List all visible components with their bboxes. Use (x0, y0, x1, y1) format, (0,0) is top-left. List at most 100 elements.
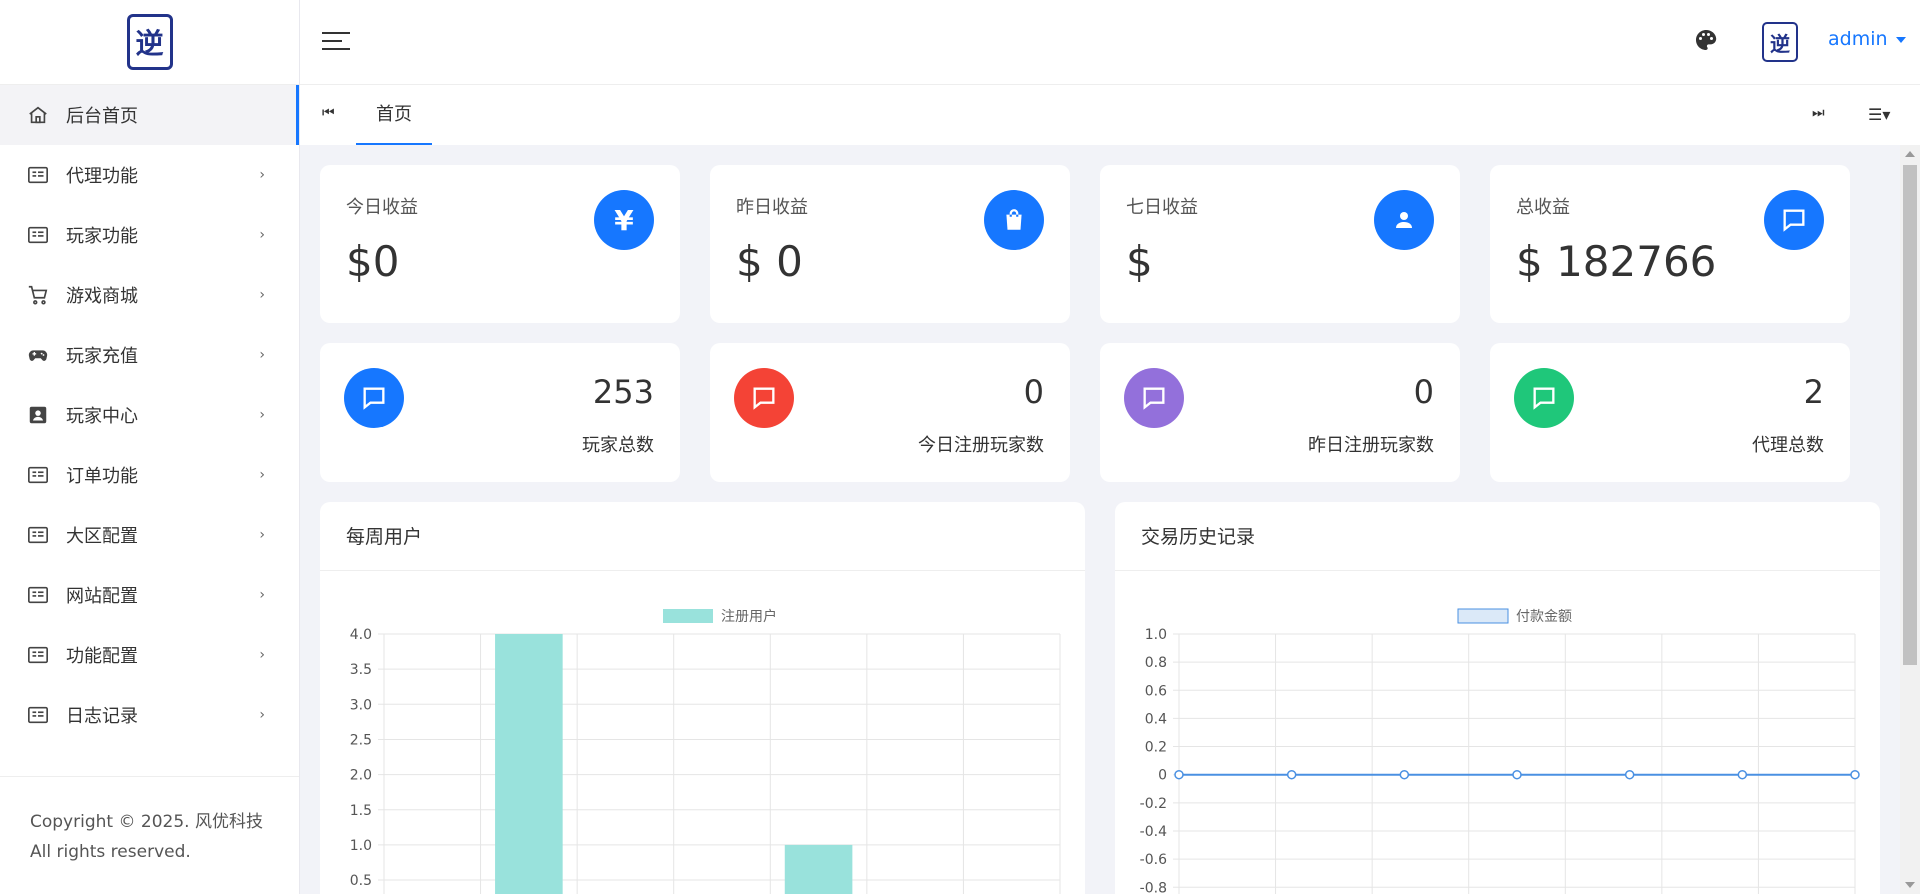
chat-icon (1514, 368, 1574, 428)
count-card: 0 昨日注册玩家数 (1100, 343, 1460, 482)
sidebar-item-3[interactable]: 游戏商城 › (0, 265, 299, 325)
dashboard-content: 今日收益 $0 ¥ 昨日收益 $ 0 七日收益 $ 总收益 $ 182766 253 玩家总数 0 今… (300, 145, 1920, 894)
legend-label: 付款金额 (1516, 609, 1572, 625)
card-list-icon (27, 704, 49, 726)
y-tick-label: 2.5 (350, 732, 372, 748)
tab-home[interactable]: 首页 (356, 85, 432, 145)
user-dropdown[interactable]: admin (1828, 28, 1906, 50)
chat-icon (734, 368, 794, 428)
count-value: 0 (1413, 373, 1434, 411)
card-list-icon (27, 584, 49, 606)
card-list-icon (27, 524, 49, 546)
avatar[interactable]: 逆 (1762, 22, 1798, 62)
card-list-icon (27, 224, 49, 246)
y-tick-label: 0.4 (1145, 711, 1167, 727)
scrollbar[interactable] (1900, 145, 1920, 894)
brand-logo[interactable]: 逆 (126, 14, 173, 70)
card-list-icon (27, 164, 49, 186)
sidebar-item-label: 后台首页 (66, 106, 138, 127)
bar (495, 634, 563, 894)
sidebar-item-1[interactable]: 代理功能 › (0, 145, 299, 205)
sidebar-item-label: 游戏商城 (66, 286, 138, 307)
stat-label: 七日收益 (1126, 197, 1198, 218)
chevron-right-icon: › (259, 467, 265, 483)
chevron-right-icon: › (259, 707, 265, 723)
skip-forward-icon[interactable]: ⏭ (1812, 105, 1825, 121)
skip-back-icon[interactable]: ⏮ (322, 105, 335, 121)
gamepad-icon (27, 344, 49, 366)
chat-icon (344, 368, 404, 428)
scrollbar-thumb[interactable] (1903, 165, 1917, 665)
copyright-footer: Copyright © 2025. 风优科技 All rights reserv… (0, 776, 299, 894)
weekly-users-chart: 注册用户 4.0 3.5 3.0 2.5 2.0 1.5 1.0 0.5 (350, 608, 1061, 894)
count-label: 今日注册玩家数 (918, 435, 1044, 456)
palette-icon[interactable] (1694, 28, 1718, 52)
panel-title: 交易历史记录 (1141, 526, 1256, 548)
sidebar-item-9[interactable]: 功能配置 › (0, 625, 299, 685)
chevron-right-icon: › (259, 407, 265, 423)
sidebar-item-6[interactable]: 订单功能 › (0, 445, 299, 505)
sidebar-item-label: 玩家充值 (66, 346, 138, 367)
stat-label: 总收益 (1516, 197, 1570, 218)
chat-icon (1124, 368, 1184, 428)
stat-card: 七日收益 $ (1100, 165, 1460, 323)
menu-toggle-icon[interactable] (322, 32, 350, 54)
sidebar-menu: 后台首页 代理功能 › 玩家功能 › 游戏商城 › 玩家充值 › 玩家中心 › 订单功能 › 大区配置 › 网… (0, 85, 299, 745)
username: admin (1828, 28, 1888, 50)
y-tick-label: 0.6 (1145, 683, 1167, 699)
scroll-down-icon[interactable] (1905, 882, 1915, 888)
count-value: 0 (1023, 373, 1044, 411)
tab-menu-icon[interactable]: ☰▾ (1868, 105, 1890, 124)
y-tick-label: -0.2 (1140, 796, 1167, 812)
chat-icon (1764, 190, 1824, 250)
sidebar-item-8[interactable]: 网站配置 › (0, 565, 299, 625)
chevron-right-icon: › (259, 227, 265, 243)
y-tick-label: 3.0 (350, 697, 372, 713)
y-tick-label: 0 (1158, 768, 1167, 784)
sidebar-item-5[interactable]: 玩家中心 › (0, 385, 299, 445)
stat-value: $ 182766 (1516, 237, 1717, 286)
count-label: 代理总数 (1752, 435, 1824, 456)
sidebar-item-0[interactable]: 后台首页 (0, 85, 299, 145)
card-list-icon (27, 644, 49, 666)
y-tick-label: 1.0 (350, 838, 372, 854)
sidebar-item-label: 玩家中心 (66, 406, 138, 427)
shopping-bag-icon (984, 190, 1044, 250)
transaction-history-chart: 付款金额 1.0 0.8 0.6 0.4 0.2 0 -0.2 -0.4 -0.6 -0.8 (1140, 608, 1860, 894)
count-value: 2 (1803, 373, 1824, 411)
sidebar-item-label: 代理功能 (66, 166, 138, 187)
sidebar-item-2[interactable]: 玩家功能 › (0, 205, 299, 265)
chevron-right-icon: › (259, 287, 265, 303)
sidebar-item-label: 网站配置 (66, 586, 138, 607)
bar (784, 844, 853, 894)
sidebar-item-4[interactable]: 玩家充值 › (0, 325, 299, 385)
data-point (1512, 769, 1522, 780)
y-tick-label: -0.8 (1140, 880, 1167, 894)
chevron-right-icon: › (259, 347, 265, 363)
legend-swatch (663, 609, 713, 623)
y-tick-label: 2.0 (350, 768, 372, 784)
count-label: 昨日注册玩家数 (1308, 435, 1434, 456)
data-point (1399, 769, 1410, 780)
logo-area: 逆 (0, 0, 299, 85)
stat-value: $ (1126, 237, 1153, 286)
scroll-up-icon[interactable] (1905, 151, 1915, 157)
data-point (1174, 769, 1184, 780)
count-card: 253 玩家总数 (320, 343, 680, 482)
count-card: 0 今日注册玩家数 (710, 343, 1070, 482)
sidebar-item-7[interactable]: 大区配置 › (0, 505, 299, 565)
count-value: 253 (592, 373, 654, 411)
y-tick-label: 0.8 (1145, 655, 1167, 671)
tab-bar: ⏮ 首页 ⏭ ☰▾ (300, 85, 1920, 145)
count-card: 2 代理总数 (1490, 343, 1850, 482)
legend-swatch (1457, 608, 1509, 624)
home-icon (27, 104, 49, 126)
chevron-right-icon: › (259, 587, 265, 603)
y-tick-label: 1.0 (1145, 627, 1167, 643)
sidebar-item-10[interactable]: 日志记录 › (0, 685, 299, 745)
chevron-right-icon: › (259, 527, 265, 543)
y-tick-label: 0.5 (350, 873, 372, 889)
avatar-text: 逆 (1770, 31, 1790, 56)
y-tick-label: 4.0 (350, 627, 372, 643)
y-tick-label: -0.4 (1140, 824, 1167, 840)
